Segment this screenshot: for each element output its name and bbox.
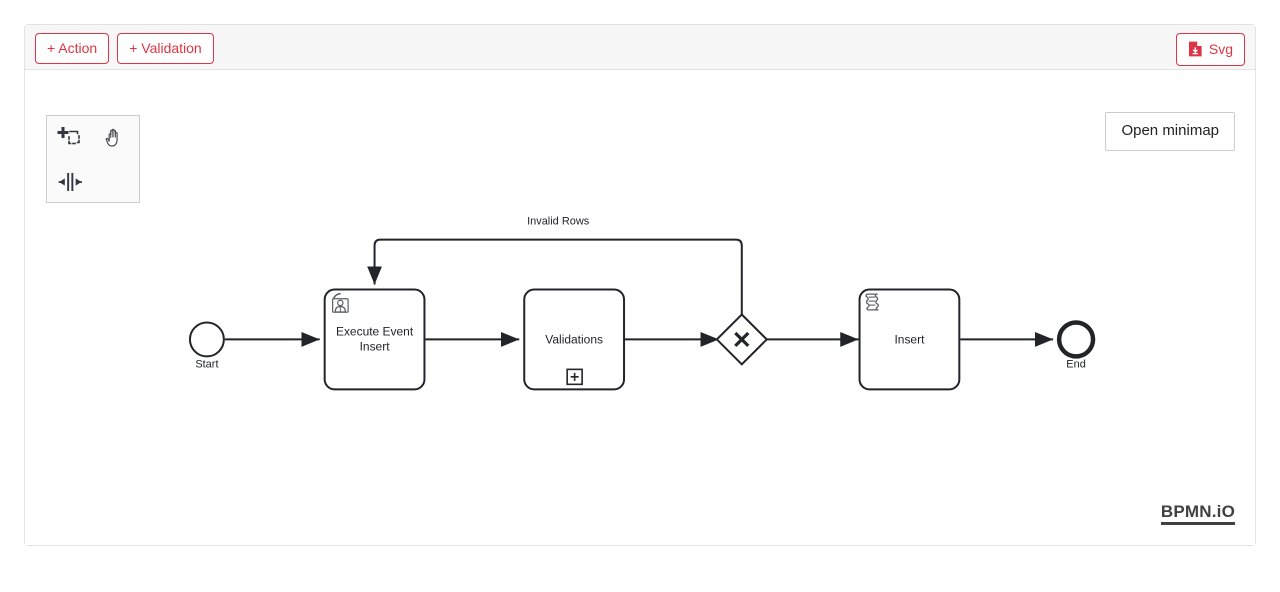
file-download-icon xyxy=(1188,41,1203,57)
flow-label-invalid-rows: Invalid Rows xyxy=(527,216,590,228)
task-label-line1: Execute Event xyxy=(336,325,414,339)
export-svg-label: Svg xyxy=(1208,41,1233,57)
export-svg-button[interactable]: Svg xyxy=(1175,33,1245,66)
collapsed-subprocess-plus-icon xyxy=(566,368,583,386)
task-validations[interactable]: Validations xyxy=(523,288,626,391)
script-task-label: Insert xyxy=(894,333,925,347)
diagram-canvas[interactable]: Open minimap Invalid Rows Start Execute … xyxy=(25,70,1255,545)
bpmn-diagram[interactable]: Invalid Rows Start Execute Event Insert … xyxy=(25,70,1255,545)
end-event-label: End xyxy=(1066,358,1086,370)
task-label-line2: Insert xyxy=(360,340,391,354)
end-event[interactable]: End xyxy=(1056,320,1096,370)
subprocess-label: Validations xyxy=(545,333,603,347)
add-validation-label: + Validation xyxy=(129,40,202,56)
add-action-button[interactable]: + Action xyxy=(35,33,110,64)
add-validation-button[interactable]: + Validation xyxy=(117,33,214,64)
start-event[interactable]: Start xyxy=(188,321,225,370)
exclusive-gateway[interactable] xyxy=(715,313,769,366)
toolbar-right-group: Svg xyxy=(1175,33,1245,66)
app-root: + Action + Validation Svg Open minimap I… xyxy=(0,0,1280,592)
add-action-label: + Action xyxy=(47,40,98,56)
bpmnio-logo[interactable]: BPMN.iO xyxy=(1160,503,1235,525)
start-event-label: Start xyxy=(195,358,218,370)
editor-toolbar: + Action + Validation Svg xyxy=(25,25,1255,70)
task-execute-event-insert[interactable]: Execute Event Insert xyxy=(323,288,426,391)
toolbar-left-group: + Action + Validation xyxy=(35,33,214,64)
task-insert[interactable]: Insert xyxy=(858,288,961,391)
bpmn-editor-card: + Action + Validation Svg Open minimap I… xyxy=(24,24,1256,546)
